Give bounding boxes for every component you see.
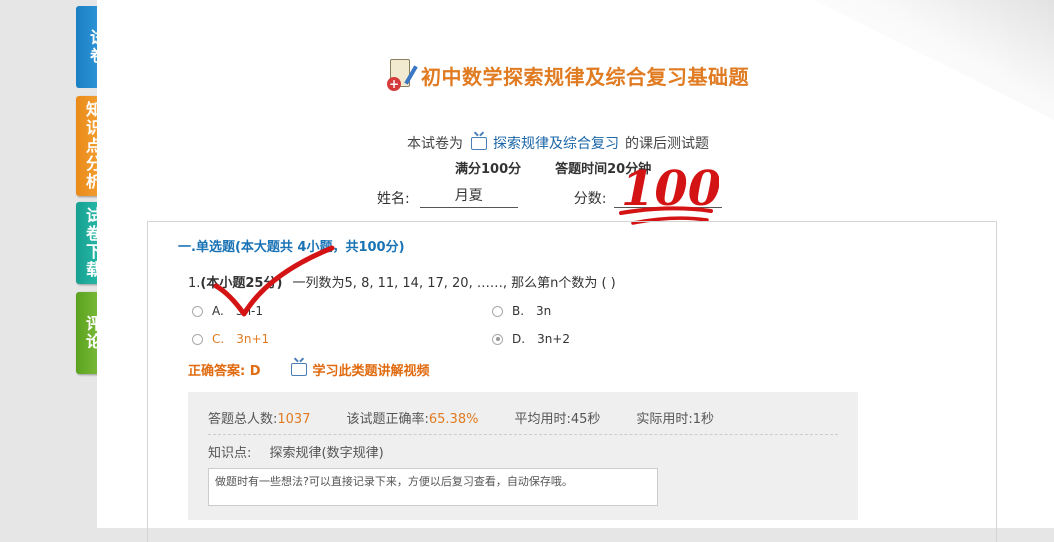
option-c-label: C. bbox=[212, 332, 225, 346]
option-c-text: 3n+1 bbox=[236, 332, 270, 346]
subtitle-suffix: 的课后测试题 bbox=[625, 136, 709, 152]
correct-answer: 正确答案: D bbox=[188, 364, 261, 379]
radio-b[interactable] bbox=[492, 305, 503, 317]
knowledge-point: 知识点: 探索规律(数字规律) bbox=[208, 442, 384, 461]
option-b-label: B. bbox=[512, 304, 525, 318]
tv-icon bbox=[471, 136, 487, 150]
topic-link[interactable]: 探索规律及综合复习 bbox=[493, 133, 619, 153]
video-icon bbox=[290, 363, 307, 376]
stats-row: 答题总人数:1037 该试题正确率:65.38% 平均用时:45秒 实际用时:1… bbox=[208, 408, 714, 427]
red-checkmark-icon bbox=[213, 245, 335, 317]
name-value: 月夏 bbox=[419, 185, 518, 208]
answer-line: 正确答案: D 学习此类题讲解视频 bbox=[188, 360, 430, 379]
option-b[interactable]: B. 3n bbox=[492, 304, 551, 318]
question-section: 一.单选题(本大题共 4小题，共100分) 1.(本小题25分) 一列数为5, … bbox=[147, 221, 997, 542]
stats-panel: 答题总人数:1037 该试题正确率:65.38% 平均用时:45秒 实际用时:1… bbox=[182, 392, 858, 520]
full-score: 满分100分 bbox=[455, 162, 522, 177]
correct-rate: 该试题正确率:65.38% bbox=[346, 412, 479, 427]
question-body: 一列数为5, 8, 11, 14, 17, 20, ……, 那么第n个数为 ( … bbox=[292, 276, 616, 291]
option-d[interactable]: D. 3n+2 bbox=[492, 332, 570, 346]
page-title: 初中数学探索规律及综合复习基础题 bbox=[421, 64, 749, 89]
radio-a[interactable] bbox=[192, 305, 203, 317]
question-number: 1. bbox=[188, 276, 201, 291]
kp-label: 知识点: bbox=[208, 446, 252, 461]
kp-value: 探索规律(数字规律) bbox=[269, 446, 384, 461]
video-link[interactable]: 学习此类题讲解视频 bbox=[313, 360, 430, 379]
score-label: 分数: bbox=[573, 191, 607, 207]
exam-paper: + 初中数学探索规律及综合复习基础题 本试卷为 探索规律及综合复习 的课后测试题… bbox=[97, 0, 1054, 542]
radio-d[interactable] bbox=[492, 333, 503, 345]
radio-c[interactable] bbox=[192, 333, 203, 345]
stats-divider bbox=[208, 434, 838, 435]
name-label: 姓名: bbox=[377, 191, 410, 207]
zigzag-edge bbox=[182, 392, 190, 520]
title-row: + 初中数学探索规律及综合复习基础题 bbox=[387, 55, 749, 95]
actual-time: 实际用时:1秒 bbox=[636, 412, 715, 427]
clipboard-medical-icon: + bbox=[387, 59, 418, 91]
average-time: 平均用时:45秒 bbox=[514, 412, 601, 427]
page-curl bbox=[814, 0, 1054, 120]
paper-subtitle: 本试卷为 探索规律及综合复习 的课后测试题 bbox=[407, 133, 709, 153]
note-textarea[interactable]: 做题时有一些想法?可以直接记录下来，方便以后复习查看，自动保存哦。 bbox=[208, 468, 658, 506]
option-d-label: D. bbox=[512, 332, 526, 346]
option-b-text: 3n bbox=[536, 304, 552, 318]
total-answerers: 答题总人数:1037 bbox=[208, 412, 311, 427]
option-d-text: 3n+2 bbox=[537, 332, 570, 346]
option-c[interactable]: C. 3n+1 bbox=[192, 332, 269, 346]
subtitle-prefix: 本试卷为 bbox=[407, 136, 463, 152]
